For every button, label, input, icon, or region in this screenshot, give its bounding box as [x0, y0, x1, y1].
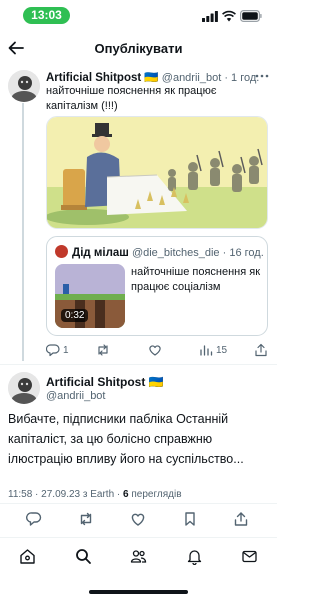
like-icon[interactable]: [130, 511, 146, 527]
views-icon: [200, 345, 213, 356]
avatar[interactable]: [8, 70, 40, 102]
share-icon[interactable]: [233, 511, 249, 527]
quoted-tweet-header: Дід мілаш @die_bitches_die · 16 год.: [55, 245, 265, 259]
tweet-timestamp: 11:58 · 27.09.23 з Earth ·: [8, 489, 124, 500]
like-button[interactable]: [148, 342, 162, 358]
home-icon[interactable]: [19, 548, 36, 565]
author-name[interactable]: Artificial Shitpost 🇺🇦: [46, 375, 164, 389]
reply-icon: [46, 344, 60, 357]
divider: [0, 503, 277, 504]
quoted-tweet-time: · 16 год.: [222, 247, 264, 259]
search-icon[interactable]: [75, 548, 92, 565]
more-icon[interactable]: [255, 74, 269, 78]
views-button[interactable]: 15: [199, 342, 227, 358]
messages-icon[interactable]: [241, 548, 258, 565]
notifications-icon[interactable]: [186, 548, 203, 565]
video-duration: 0:32: [61, 309, 89, 322]
bottom-navigation: [0, 544, 277, 572]
tweet-actions: [0, 511, 277, 529]
author-name[interactable]: Artificial Shitpost 🇺🇦: [46, 72, 159, 84]
wifi-icon: [222, 10, 236, 22]
reply-button[interactable]: 1: [46, 342, 69, 358]
retweet-button[interactable]: [96, 342, 110, 358]
share-icon: [255, 343, 267, 357]
tweet-meta: 11:58 · 27.09.23 з Earth · 6 переглядів: [8, 489, 270, 500]
tweet-image[interactable]: [46, 116, 268, 229]
tweet-text: найточніше пояснення як працює капіталіз…: [46, 85, 217, 112]
battery-icon: [240, 10, 262, 22]
quoted-avatar: [55, 245, 68, 258]
cellular-signal-icon: [202, 11, 218, 22]
divider: [0, 537, 277, 538]
avatar[interactable]: [8, 372, 40, 404]
reply-count: 1: [63, 344, 69, 356]
home-indicator: [89, 590, 188, 594]
status-bar: 13:03: [0, 0, 277, 32]
views-label: переглядів: [128, 489, 182, 500]
retweet-icon: [98, 344, 108, 356]
thread-connector: [22, 103, 24, 361]
reply-icon[interactable]: [26, 511, 42, 527]
tweet-text: Вибачте, підписники пабліка Останній кап…: [8, 412, 244, 466]
quoted-tweet[interactable]: Дід мілаш @die_bitches_die · 16 год. 0:3…: [46, 236, 268, 336]
quoted-tweet-text: найточніше пояснення як працює соціалізм: [131, 266, 261, 293]
top-bar: Опублікувати: [0, 34, 277, 64]
share-button[interactable]: [254, 342, 268, 358]
quoted-author-name: Дід мілаш: [72, 247, 129, 259]
divider: [0, 364, 277, 365]
quoted-video-thumbnail[interactable]: 0:32: [55, 264, 125, 328]
tweet-actions: 1 15: [46, 342, 268, 358]
status-time: 13:03: [23, 7, 70, 24]
communities-icon[interactable]: [130, 548, 147, 565]
page-title: Опублікувати: [94, 41, 183, 56]
like-icon: [149, 345, 161, 356]
author-handle[interactable]: @andrii_bot: [162, 72, 221, 84]
bookmark-icon[interactable]: [182, 511, 198, 527]
views-count: 15: [216, 344, 228, 356]
author-handle[interactable]: @andrii_bot: [46, 390, 105, 402]
quoted-author-handle: @die_bitches_die: [131, 247, 220, 259]
retweet-icon[interactable]: [78, 511, 94, 527]
tweet-header: Artificial Shitpost 🇺🇦 @andrii_bot · 1 г…: [46, 70, 270, 84]
